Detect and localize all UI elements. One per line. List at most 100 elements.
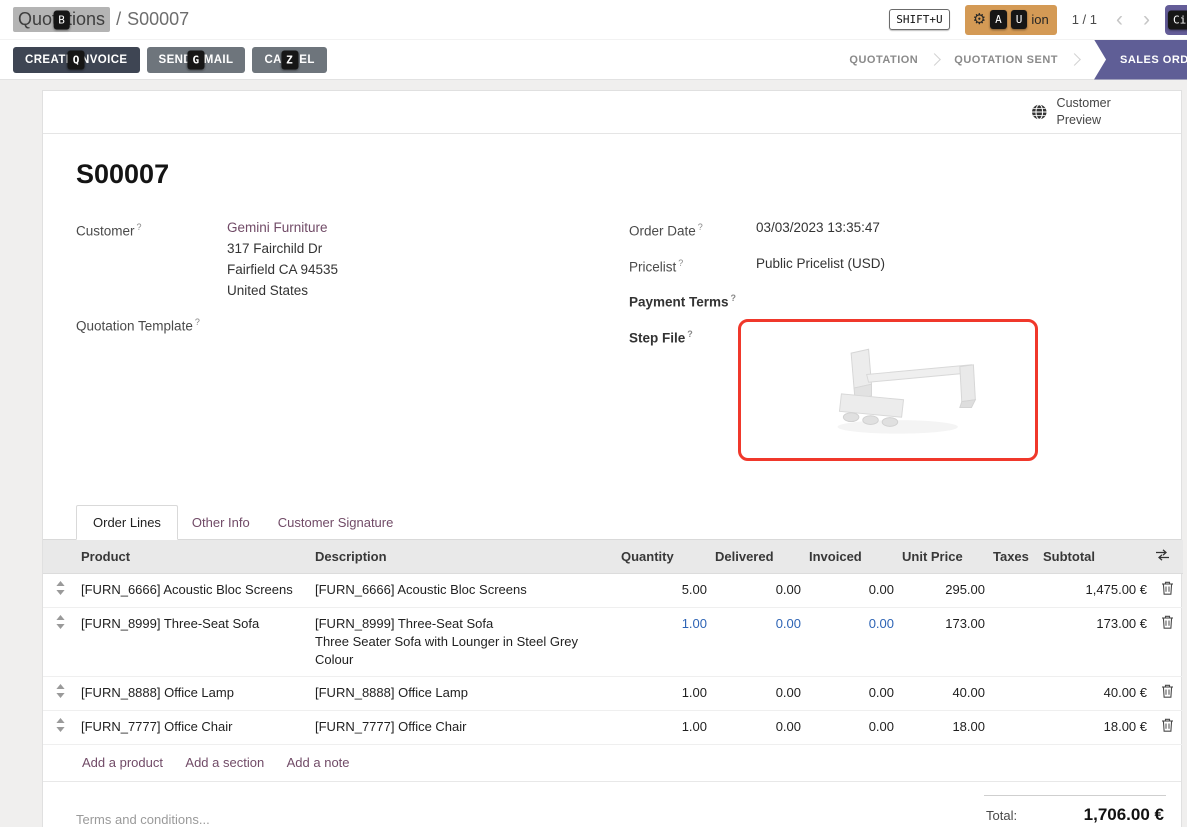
quantity-cell[interactable]: 1.00: [617, 710, 711, 744]
customer-value: Gemini Furniture 317 Fairchild Dr Fairfi…: [227, 217, 338, 301]
chevron-right-icon: [928, 53, 941, 66]
total-value: 1,706.00 €: [1084, 805, 1164, 825]
unit-price-cell[interactable]: 18.00: [898, 710, 989, 744]
shortcut-badge-shift-u: SHIFT+U: [889, 9, 949, 30]
customer-preview-button[interactable]: Customer Preview: [1031, 95, 1141, 129]
order-lines-body: [FURN_6666] Acoustic Bloc Screens [FURN_…: [43, 573, 1183, 744]
product-cell[interactable]: [FURN_8999] Three-Seat Sofa: [77, 607, 311, 676]
send-email-button[interactable]: SEND EMAIL G: [147, 47, 246, 73]
step-file-image[interactable]: [738, 319, 1038, 461]
pager-previous-icon[interactable]: ‹: [1116, 9, 1123, 30]
unit-price-cell[interactable]: 173.00: [898, 607, 989, 676]
field-grid: Customer? Gemini Furniture 317 Fairchild…: [76, 217, 1165, 472]
subtotal-cell: 1,475.00 €: [1039, 573, 1151, 607]
payment-terms-field: Payment Terms?: [629, 288, 1165, 313]
action-menu-label: ion: [1031, 12, 1048, 27]
description-cell[interactable]: [FURN_8888] Office Lamp: [311, 676, 617, 710]
tab-order-lines[interactable]: Order Lines: [76, 505, 178, 540]
create-button[interactable]: Ci: [1165, 5, 1187, 35]
delete-row-icon[interactable]: [1161, 684, 1174, 703]
customer-field: Customer? Gemini Furniture 317 Fairchild…: [76, 217, 629, 301]
invoiced-cell[interactable]: 0.00: [805, 710, 898, 744]
status-sales-order[interactable]: SALES ORDER: [1094, 40, 1187, 80]
optional-columns-icon[interactable]: [1155, 549, 1170, 561]
sheet-top-strip: Customer Preview: [43, 91, 1181, 134]
delivered-cell[interactable]: 0.00: [711, 676, 805, 710]
control-panel-right: SHIFT+U ⚙ A U ion 1 / 1 ‹ › Ci: [889, 0, 1187, 39]
shortcut-badge-z: Z: [281, 50, 298, 69]
delete-row-icon[interactable]: [1161, 718, 1174, 737]
product-cell[interactable]: [FURN_6666] Acoustic Bloc Screens: [77, 573, 311, 607]
drag-handle-icon[interactable]: [56, 718, 65, 737]
drag-handle-icon[interactable]: [56, 581, 65, 600]
table-row[interactable]: [FURN_8999] Three-Seat Sofa [FURN_8999] …: [43, 607, 1183, 676]
status-quotation-sent[interactable]: QUOTATION SENT: [954, 54, 1058, 66]
help-icon: ?: [698, 222, 703, 232]
tab-other-info[interactable]: Other Info: [178, 506, 264, 539]
add-a-product-link[interactable]: Add a product: [82, 755, 163, 770]
pricelist-value[interactable]: Public Pricelist (USD): [756, 253, 885, 274]
order-lines-table: Product Description Quantity Delivered I…: [43, 540, 1183, 745]
invoiced-cell[interactable]: 0.00: [805, 676, 898, 710]
action-menu-button[interactable]: ⚙ A U ion: [965, 5, 1057, 35]
tab-customer-signature[interactable]: Customer Signature: [264, 506, 408, 539]
cancel-button[interactable]: CANCEL Z: [252, 47, 326, 73]
delete-row-icon[interactable]: [1161, 615, 1174, 634]
shortcut-badge-a: A: [990, 10, 1007, 29]
product-cell[interactable]: [FURN_8888] Office Lamp: [77, 676, 311, 710]
breadcrumb-separator: /: [116, 9, 121, 30]
drag-handle-icon[interactable]: [56, 684, 65, 703]
taxes-cell[interactable]: [989, 607, 1039, 676]
unit-price-cell[interactable]: 295.00: [898, 573, 989, 607]
add-a-section-link[interactable]: Add a section: [185, 755, 264, 770]
shortcut-badge-ci: Ci: [1168, 10, 1187, 29]
subtotal-cell: 40.00 €: [1039, 676, 1151, 710]
field-column-left: Customer? Gemini Furniture 317 Fairchild…: [76, 217, 629, 472]
breadcrumb-quotations[interactable]: Quotations B: [13, 7, 110, 32]
shortcut-badge-b: B: [53, 10, 70, 29]
delivered-cell[interactable]: 0.00: [711, 573, 805, 607]
delivered-column-header[interactable]: Delivered: [711, 540, 805, 574]
create-invoice-button[interactable]: CREATE INVOICE Q: [13, 47, 140, 73]
breadcrumb: Quotations B / S00007: [13, 7, 189, 32]
quantity-cell[interactable]: 5.00: [617, 573, 711, 607]
description-cell[interactable]: [FURN_6666] Acoustic Bloc Screens: [311, 573, 617, 607]
quantity-cell[interactable]: 1.00: [617, 607, 711, 676]
unit-price-column-header[interactable]: Unit Price: [898, 540, 989, 574]
customer-link[interactable]: Gemini Furniture: [227, 220, 328, 235]
subtotal-cell: 173.00 €: [1039, 607, 1151, 676]
add-a-note-link[interactable]: Add a note: [287, 755, 350, 770]
delivered-cell[interactable]: 0.00: [711, 710, 805, 744]
order-date-value[interactable]: 03/03/2023 13:35:47: [756, 217, 880, 238]
table-row[interactable]: [FURN_8888] Office Lamp [FURN_8888] Offi…: [43, 676, 1183, 710]
pager-next-icon[interactable]: ›: [1143, 9, 1150, 30]
delete-row-icon[interactable]: [1161, 581, 1174, 600]
product-cell[interactable]: [FURN_7777] Office Chair: [77, 710, 311, 744]
taxes-cell[interactable]: [989, 573, 1039, 607]
breadcrumb-record: S00007: [127, 9, 189, 30]
taxes-cell[interactable]: [989, 710, 1039, 744]
invoiced-cell[interactable]: 0.00: [805, 573, 898, 607]
quantity-column-header[interactable]: Quantity: [617, 540, 711, 574]
unit-price-cell[interactable]: 40.00: [898, 676, 989, 710]
action-bar: CREATE INVOICE Q SEND EMAIL G CANCEL Z Q…: [0, 40, 1187, 80]
description-column-header[interactable]: Description: [311, 540, 617, 574]
invoiced-cell[interactable]: 0.00: [805, 607, 898, 676]
delivered-cell[interactable]: 0.00: [711, 607, 805, 676]
terms-placeholder[interactable]: Terms and conditions...: [43, 795, 210, 827]
total-box: Total: 1,706.00 €: [984, 795, 1166, 827]
taxes-column-header[interactable]: Taxes: [989, 540, 1039, 574]
drag-handle-icon[interactable]: [56, 615, 65, 634]
taxes-cell[interactable]: [989, 676, 1039, 710]
table-row[interactable]: [FURN_7777] Office Chair [FURN_7777] Off…: [43, 710, 1183, 744]
table-row[interactable]: [FURN_6666] Acoustic Bloc Screens [FURN_…: [43, 573, 1183, 607]
subtotal-column-header[interactable]: Subtotal: [1039, 540, 1151, 574]
quantity-cell[interactable]: 1.00: [617, 676, 711, 710]
invoiced-column-header[interactable]: Invoiced: [805, 540, 898, 574]
help-icon: ?: [678, 258, 683, 268]
product-column-header[interactable]: Product: [77, 540, 311, 574]
status-quotation[interactable]: QUOTATION: [849, 54, 918, 66]
description-cell[interactable]: [FURN_7777] Office Chair: [311, 710, 617, 744]
help-icon: ?: [195, 317, 200, 327]
description-cell[interactable]: [FURN_8999] Three-Seat Sofa Three Seater…: [311, 607, 617, 676]
